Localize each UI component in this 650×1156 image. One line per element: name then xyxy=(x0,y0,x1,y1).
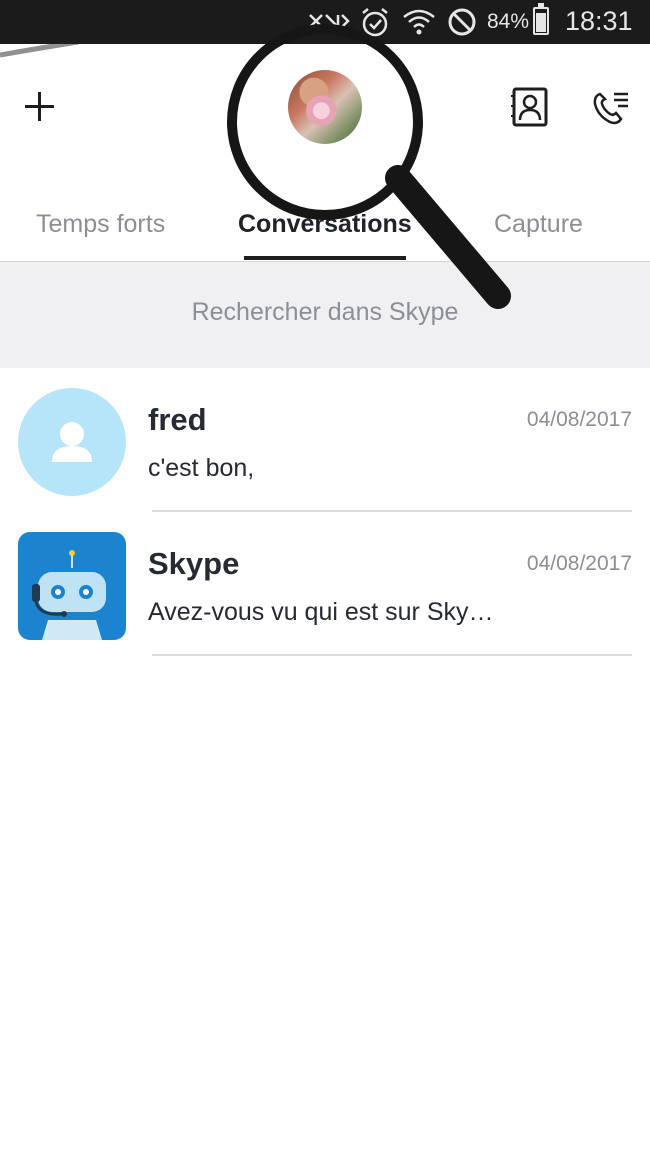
alarm-icon xyxy=(362,8,388,37)
default-user-icon xyxy=(18,388,126,496)
battery-percent: 84% xyxy=(487,10,530,33)
search-bar[interactable]: Rechercher dans Skype xyxy=(0,262,650,368)
profile-avatar[interactable] xyxy=(288,70,362,144)
nfc-icon xyxy=(309,14,350,31)
tab-bar: Temps forts Conversations Capture xyxy=(0,190,650,262)
conversation-date: 04/08/2017 xyxy=(526,552,632,575)
clock: 18:31 xyxy=(565,6,633,36)
conversation-name: fred xyxy=(148,402,207,437)
conversation-last-message: Avez-vous vu qui est sur Sky… xyxy=(148,598,494,626)
divider xyxy=(152,510,632,512)
contacts-icon[interactable] xyxy=(509,86,551,128)
skype-bot-icon xyxy=(18,532,126,640)
search-input[interactable]: Rechercher dans Skype xyxy=(0,298,650,327)
tab-temps-forts[interactable]: Temps forts xyxy=(36,210,165,239)
status-bar: 84% 18:31 xyxy=(0,0,650,44)
do-not-disturb-icon xyxy=(448,8,476,36)
tab-capture[interactable]: Capture xyxy=(494,210,583,239)
conversation-last-message: c'est bon, xyxy=(148,454,255,482)
tab-conversations[interactable]: Conversations xyxy=(238,210,412,239)
plus-icon[interactable] xyxy=(20,87,60,127)
conversation-item-fred[interactable]: fred 04/08/2017 c'est bon, xyxy=(0,370,650,515)
conversation-date: 04/08/2017 xyxy=(526,408,632,431)
battery-icon xyxy=(533,3,549,35)
active-tab-indicator xyxy=(244,256,406,260)
conversation-name: Skype xyxy=(148,546,240,581)
divider xyxy=(152,654,632,656)
wifi-icon xyxy=(403,9,435,35)
calls-icon[interactable] xyxy=(590,86,632,128)
conversation-item-skype[interactable]: Skype 04/08/2017 Avez-vous vu qui est su… xyxy=(0,514,650,659)
